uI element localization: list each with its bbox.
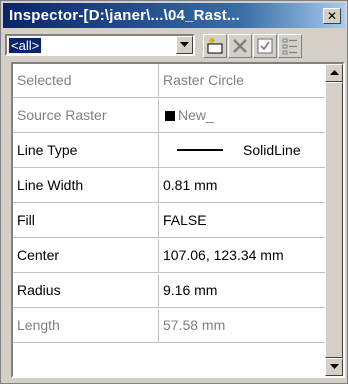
property-row-length[interactable]: Length 57.58 mm [13, 309, 325, 343]
property-row-center[interactable]: Center 107.06, 123.34 mm [13, 239, 325, 273]
dropdown-arrow-button[interactable] [176, 36, 193, 54]
property-key: Source Raster [13, 99, 159, 132]
scroll-down-button[interactable] [325, 358, 343, 376]
vertical-scrollbar[interactable] [325, 64, 343, 376]
property-row-selected[interactable]: Selected Raster Circle [13, 64, 325, 98]
delete-button[interactable] [228, 34, 252, 58]
new-item-button[interactable] [203, 34, 227, 58]
list-button[interactable] [278, 34, 302, 58]
chevron-down-icon [180, 42, 189, 47]
property-row-fill[interactable]: Fill FALSE [13, 204, 325, 238]
filter-value: <all> [7, 37, 43, 54]
property-value: 107.06, 123.34 mm [163, 247, 284, 263]
new-item-icon [207, 38, 223, 54]
property-value: New_ [178, 107, 214, 123]
inspector-window: Inspector-[D:\janer\...\04_Rast... ✕ <al… [0, 0, 348, 384]
property-key: Center [13, 239, 159, 272]
property-row-line-type[interactable]: Line Type SolidLine [13, 134, 325, 168]
property-value: Raster Circle [163, 72, 244, 88]
property-key: Selected [13, 64, 159, 97]
close-icon: ✕ [326, 8, 338, 23]
property-value: 0.81 mm [163, 177, 218, 193]
scroll-up-button[interactable] [325, 64, 343, 82]
checkbox-icon [257, 38, 273, 54]
property-row-radius[interactable]: Radius 9.16 mm [13, 274, 325, 308]
property-row-source-raster[interactable]: Source Raster New_ [13, 99, 325, 133]
line-sample [177, 149, 223, 151]
delete-icon [233, 39, 247, 53]
property-key: Line Width [13, 169, 159, 202]
property-key: Radius [13, 274, 159, 307]
property-value-cell: New_ [159, 99, 325, 132]
check-button[interactable] [253, 34, 277, 58]
property-value: 57.58 mm [163, 317, 226, 333]
window-title: Inspector-[D:\janer\...\04_Rast... [9, 7, 241, 24]
property-value-cell: SolidLine [159, 134, 325, 167]
chevron-up-icon [329, 70, 339, 75]
title-bar[interactable]: Inspector-[D:\janer\...\04_Rast... ✕ [3, 3, 345, 28]
color-swatch [165, 111, 175, 121]
property-key: Length [13, 309, 159, 342]
list-icon [282, 38, 297, 55]
property-row-line-width[interactable]: Line Width 0.81 mm [13, 169, 325, 203]
property-value: FALSE [163, 212, 207, 228]
property-value: 9.16 mm [163, 282, 218, 298]
property-key: Fill [13, 204, 159, 237]
property-value: SolidLine [243, 142, 301, 158]
property-grid[interactable]: Selected Raster Circle Source Raster New… [11, 62, 345, 378]
scroll-thumb[interactable] [325, 82, 343, 358]
property-key: Line Type [13, 134, 159, 167]
toolbar: <all> [3, 31, 345, 61]
chevron-down-icon [329, 364, 339, 369]
close-button[interactable]: ✕ [323, 7, 341, 24]
filter-combobox[interactable]: <all> [5, 34, 195, 56]
